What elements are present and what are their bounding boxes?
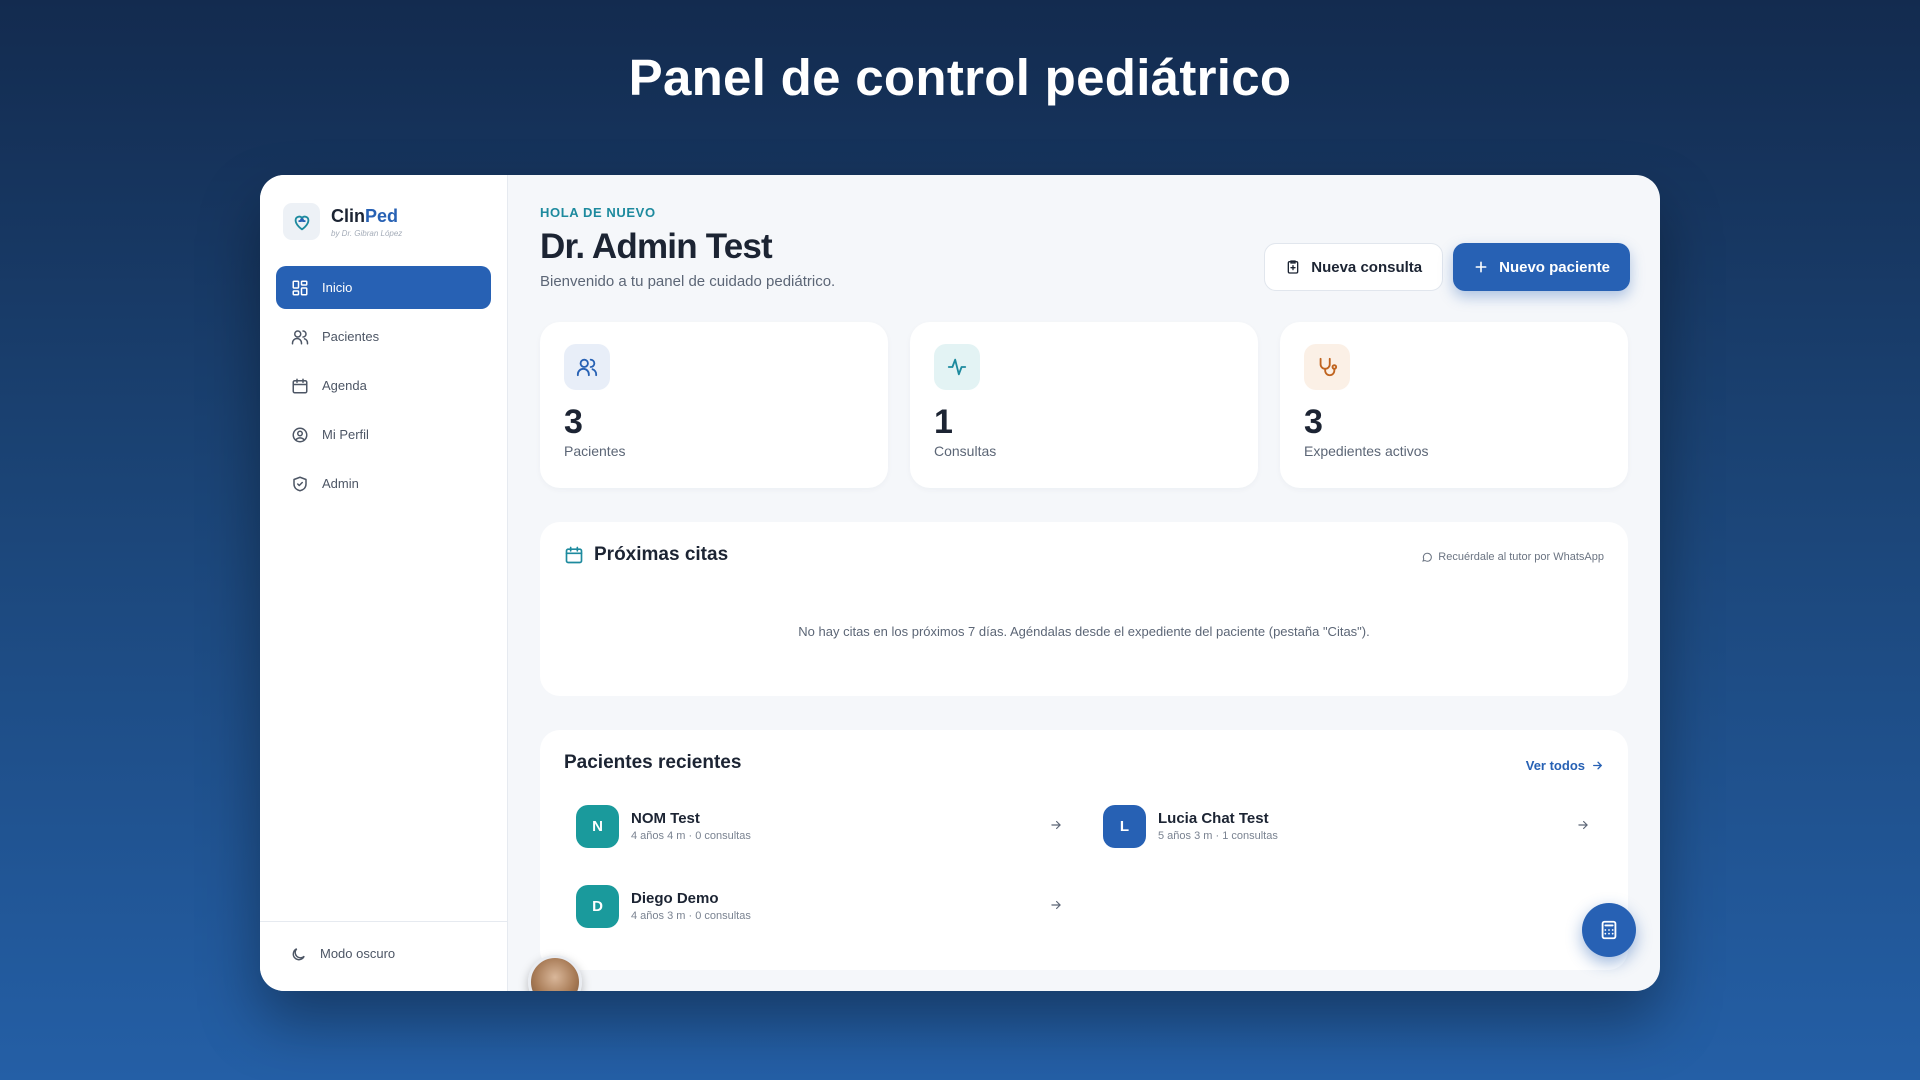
stat-card-consultas[interactable]: 1 Consultas <box>910 322 1258 488</box>
patient-meta: 5 años 3 m · 1 consultas <box>1158 830 1278 842</box>
user-circle-icon <box>292 427 308 442</box>
stats-row: 3 Pacientes 1 Consultas 3 Expedientes ac… <box>540 322 1628 488</box>
header-actions: Nueva consulta Nuevo paciente <box>1264 243 1630 291</box>
calendar-icon <box>565 546 583 564</box>
sidebar-item-label: Admin <box>322 476 359 491</box>
greeting: HOLA DE NUEVO <box>540 205 656 220</box>
list-item[interactable]: D Diego Demo 4 años 3 m · 0 consultas <box>576 884 1065 928</box>
new-consult-button[interactable]: Nueva consulta <box>1264 243 1444 291</box>
sidebar-item-admin[interactable]: Admin <box>276 462 491 505</box>
stat-value: 3 <box>564 403 583 441</box>
new-patient-button[interactable]: Nuevo paciente <box>1453 243 1630 291</box>
new-consult-label: Nueva consulta <box>1311 258 1423 276</box>
whatsapp-hint: Recuérdale al tutor por WhatsApp <box>1421 551 1604 563</box>
chat-bubble-icon <box>1422 552 1433 562</box>
sidebar-item-pacientes[interactable]: Pacientes <box>276 315 491 358</box>
sidebar-item-label: Mi Perfil <box>322 427 369 442</box>
arrow-right-icon <box>1593 761 1603 770</box>
sidebar-item-label: Agenda <box>322 378 367 393</box>
avatar: D <box>576 884 619 928</box>
moon-icon <box>292 948 305 961</box>
sidebar-item-label: Inicio <box>322 280 353 295</box>
brand-subtitle: by Dr. Gibran López <box>331 228 403 238</box>
clipboard-plus-icon <box>1287 260 1299 274</box>
app-window: ClinPed by Dr. Gibran López Inicio Pacie… <box>260 175 1660 991</box>
appointments-empty-message: No hay citas en los próximos 7 días. Agé… <box>798 624 1370 639</box>
stethoscope-icon <box>1304 344 1350 390</box>
arrow-right-icon <box>1578 820 1588 830</box>
upcoming-appointments-panel: Próximas citas Recuérdale al tutor por W… <box>540 522 1628 696</box>
stat-card-pacientes[interactable]: 3 Pacientes <box>540 322 888 488</box>
patient-meta: 4 años 4 m · 0 consultas <box>631 830 751 842</box>
recent-patients-list: N NOM Test 4 años 4 m · 0 consultas L Lu… <box>564 804 1604 928</box>
avatar: N <box>576 804 619 848</box>
main-content: HOLA DE NUEVO Dr. Admin Test Bienvenido … <box>508 175 1660 991</box>
calendar-icon <box>292 378 308 393</box>
calculator-fab-button[interactable] <box>1582 903 1636 957</box>
dark-mode-toggle[interactable]: Modo oscuro <box>260 921 507 991</box>
list-item[interactable]: L Lucia Chat Test 5 años 3 m · 1 consult… <box>1103 804 1592 848</box>
stat-label: Consultas <box>934 443 997 459</box>
recent-patients-panel: Pacientes recientes Ver todos N NOM Test… <box>540 730 1628 970</box>
plus-icon <box>1475 261 1487 273</box>
heart-stethoscope-logo-icon <box>283 203 320 240</box>
stat-value: 1 <box>934 403 953 441</box>
calculator-icon <box>1601 920 1617 940</box>
stat-value: 3 <box>1304 403 1323 441</box>
avatar: L <box>1103 804 1146 848</box>
list-item[interactable]: N NOM Test 4 años 4 m · 0 consultas <box>576 804 1065 848</box>
see-all-link[interactable]: Ver todos <box>1526 758 1604 773</box>
shield-check-icon <box>293 476 307 491</box>
users-icon <box>564 344 610 390</box>
sidebar-item-mi-perfil[interactable]: Mi Perfil <box>276 413 491 456</box>
dark-mode-label: Modo oscuro <box>320 946 396 961</box>
sidebar-item-label: Pacientes <box>322 329 380 344</box>
page-title: Panel de control pediátrico <box>628 49 1292 106</box>
sidebar-item-inicio[interactable]: Inicio <box>276 266 491 309</box>
recent-title: Pacientes recientes <box>564 752 742 773</box>
dashboard-icon <box>292 280 308 295</box>
patient-meta: 4 años 3 m · 0 consultas <box>631 910 751 922</box>
sidebar-item-agenda[interactable]: Agenda <box>276 364 491 407</box>
users-icon <box>291 329 309 344</box>
patient-name: Lucia Chat Test <box>1158 810 1269 827</box>
stat-label: Expedientes activos <box>1304 443 1429 459</box>
stat-card-expedientes[interactable]: 3 Expedientes activos <box>1280 322 1628 488</box>
arrow-right-icon <box>1051 900 1061 910</box>
patient-name: Diego Demo <box>631 890 719 907</box>
activity-icon <box>934 344 980 390</box>
patient-name: NOM Test <box>631 810 700 827</box>
brand[interactable]: ClinPed by Dr. Gibran López <box>276 203 491 240</box>
stat-label: Pacientes <box>564 443 626 459</box>
sidebar: ClinPed by Dr. Gibran López Inicio Pacie… <box>260 175 508 991</box>
new-patient-label: Nuevo paciente <box>1499 258 1610 276</box>
arrow-right-icon <box>1051 820 1061 830</box>
brand-name: ClinPed <box>331 205 399 226</box>
